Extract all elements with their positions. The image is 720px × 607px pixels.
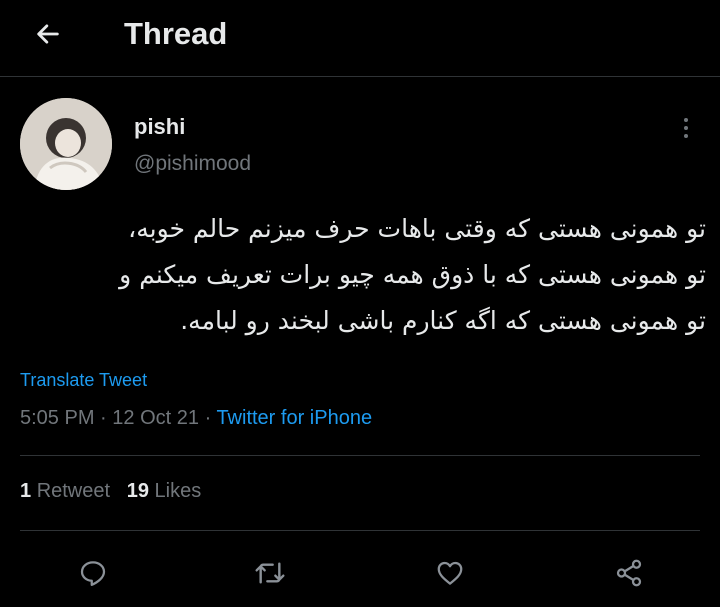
avatar[interactable]	[20, 98, 112, 190]
tweet-meta: 5:05 PM · 12 Oct 21 · Twitter for iPhone	[20, 407, 372, 430]
retweets-label: Retweet	[36, 480, 111, 502]
likes-label: Likes	[154, 480, 202, 502]
thread-header: Thread	[0, 0, 720, 77]
tweet-date[interactable]: 12 Oct 21	[112, 407, 199, 429]
author-name[interactable]: pishi	[134, 114, 185, 140]
tweet-actions	[0, 548, 720, 598]
more-vertical-icon	[684, 118, 688, 138]
retweets-count: 1	[20, 480, 32, 502]
share-button[interactable]	[604, 548, 654, 598]
author-handle[interactable]: @pishimood	[134, 152, 251, 176]
reply-icon	[80, 561, 106, 586]
page-title: Thread	[124, 16, 228, 51]
back-button[interactable]	[28, 14, 68, 54]
tweet-stats: 1 Retweet 19 Likes	[20, 480, 201, 503]
more-options-button[interactable]	[674, 112, 698, 144]
retweet-icon	[255, 562, 285, 584]
tweet-text-line: تو همونی هستی که اگه کنارم باشی لبخند رو…	[180, 306, 706, 335]
reply-button[interactable]	[68, 548, 118, 598]
arrow-left-icon	[37, 24, 59, 44]
translate-tweet-link[interactable]: Translate Tweet	[20, 370, 147, 391]
tweet-text: تو همونی هستی که وقتی باهات حرف میزنم حا…	[20, 206, 706, 344]
profile-avatar	[20, 98, 112, 190]
heart-icon	[437, 561, 463, 585]
divider	[20, 530, 700, 531]
likes-count: 19	[126, 480, 149, 502]
share-icon	[616, 559, 642, 587]
divider	[20, 455, 700, 456]
meta-separator: ·	[204, 407, 212, 429]
tweet-text-line: تو همونی هستی که وقتی باهات حرف میزنم حا…	[128, 214, 706, 243]
tweet-text-line: تو همونی هستی که با ذوق همه چیو برات تعر…	[119, 260, 706, 289]
likes-stat[interactable]: 19 Likes	[127, 480, 202, 502]
tweet-source[interactable]: Twitter for iPhone	[216, 407, 372, 429]
tweet-time: 5:05 PM	[20, 407, 95, 429]
retweet-button[interactable]	[245, 548, 295, 598]
like-button[interactable]	[425, 548, 475, 598]
retweets-stat[interactable]: 1 Retweet	[20, 480, 110, 502]
meta-separator: ·	[100, 407, 107, 429]
